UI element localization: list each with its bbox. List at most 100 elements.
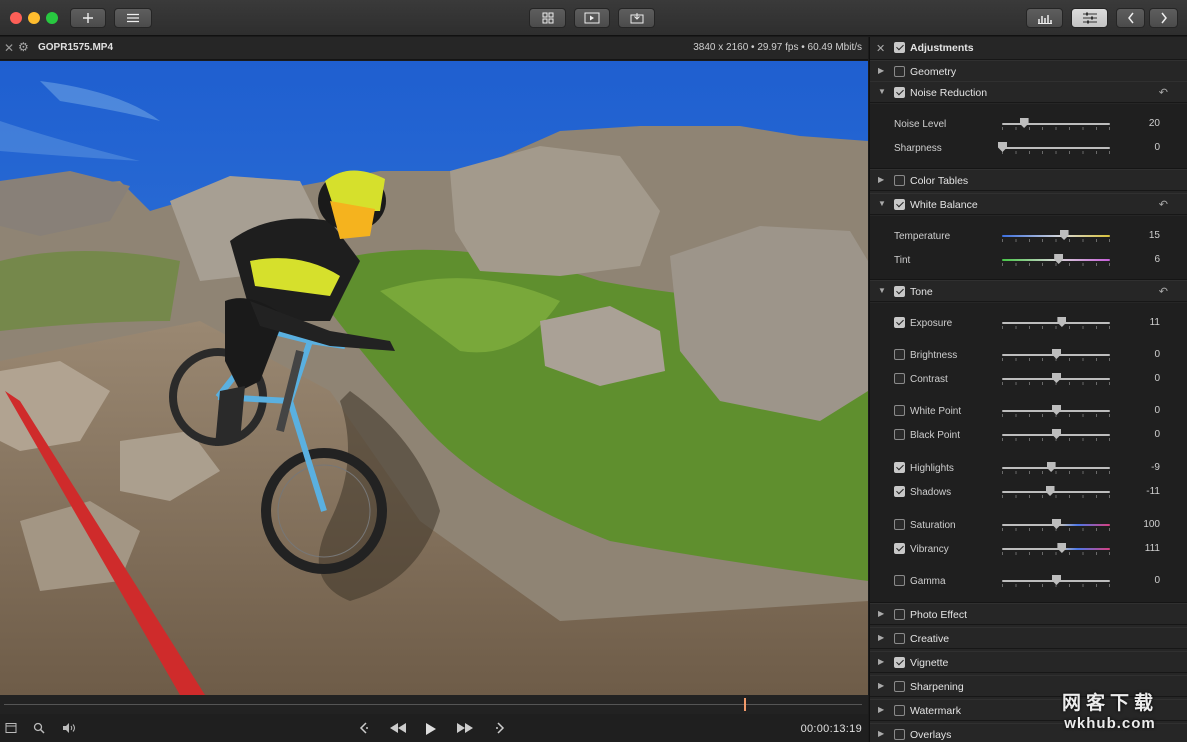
adjustments-button[interactable]	[1071, 8, 1108, 28]
brightness-slider[interactable]	[1002, 349, 1110, 361]
black-point-slider[interactable]	[1002, 429, 1110, 441]
gamma-checkbox[interactable]	[894, 575, 905, 589]
photo-effect-checkbox[interactable]	[894, 609, 905, 623]
adjustments-panel: ✕ Adjustments ▶ Geometry ▼ Noise Reduction ↶…	[869, 37, 1187, 742]
temperature-slider[interactable]	[1002, 230, 1110, 242]
disclosure-closed-icon[interactable]: ▶	[878, 729, 884, 738]
disclosure-closed-icon[interactable]: ▶	[878, 657, 884, 666]
adjustments-checkbox[interactable]	[894, 42, 905, 56]
play-icon[interactable]	[425, 722, 437, 738]
contrast-slider[interactable]	[1002, 373, 1110, 385]
disclosure-closed-icon[interactable]: ▶	[878, 609, 884, 618]
white-point-slider[interactable]	[1002, 405, 1110, 417]
section-photo-effect[interactable]: ▶ Photo Effect	[870, 603, 1187, 625]
black-point-checkbox[interactable]	[894, 429, 905, 443]
disclosure-closed-icon[interactable]: ▶	[878, 175, 884, 184]
disclosure-open-icon[interactable]: ▼	[878, 87, 886, 96]
close-file-icon[interactable]: ✕	[4, 42, 14, 54]
highlights-slider[interactable]	[1002, 462, 1110, 474]
sharpening-checkbox[interactable]	[894, 681, 905, 695]
vibrancy-checkbox[interactable]	[894, 543, 905, 557]
rewind-icon[interactable]	[389, 722, 407, 736]
disclosure-closed-icon[interactable]: ▶	[878, 633, 884, 642]
video-frame[interactable]	[0, 61, 868, 695]
section-creative[interactable]: ▶ Creative	[870, 627, 1187, 649]
next-marker-icon[interactable]	[495, 722, 505, 736]
saturation-slider[interactable]	[1002, 519, 1110, 531]
reset-icon[interactable]: ↶	[1159, 198, 1168, 211]
black-point-value: 0	[1154, 429, 1160, 440]
shadows-checkbox[interactable]	[894, 486, 905, 500]
histogram-button[interactable]	[1026, 8, 1063, 28]
export-button[interactable]	[618, 8, 655, 28]
creative-checkbox[interactable]	[894, 633, 905, 647]
add-button[interactable]	[70, 8, 106, 28]
exposure-slider[interactable]	[1002, 317, 1110, 329]
checkbox-icon	[894, 575, 905, 586]
gamma-slider[interactable]	[1002, 575, 1110, 587]
vibrancy-slider[interactable]	[1002, 543, 1110, 555]
control-highlights: Highlights -9	[870, 458, 1187, 478]
tone-checkbox[interactable]	[894, 286, 905, 300]
overlays-checkbox[interactable]	[894, 729, 905, 742]
close-panel-icon[interactable]: ✕	[876, 42, 885, 55]
geometry-checkbox[interactable]	[894, 66, 905, 80]
transport-bar: 00:00:13:19	[0, 714, 868, 742]
scrub-track[interactable]	[4, 704, 862, 705]
exposure-label: Exposure	[910, 318, 953, 329]
disclosure-open-icon[interactable]: ▼	[878, 199, 886, 208]
disclosure-open-icon[interactable]: ▼	[878, 286, 886, 295]
gear-icon[interactable]: ⚙	[18, 41, 29, 54]
noise-level-value: 20	[1148, 118, 1160, 129]
back-button[interactable]	[1116, 8, 1145, 28]
playhead[interactable]	[743, 698, 746, 711]
color-tables-checkbox[interactable]	[894, 175, 905, 189]
disclosure-closed-icon[interactable]: ▶	[878, 705, 884, 714]
slider-ticks	[1002, 263, 1110, 266]
white-point-checkbox[interactable]	[894, 405, 905, 419]
section-color-tables[interactable]: ▶ Color Tables	[870, 169, 1187, 191]
forward-button[interactable]	[1149, 8, 1178, 28]
close-window-button[interactable]	[10, 12, 22, 24]
section-tone[interactable]: ▼ Tone ↶	[870, 280, 1187, 302]
section-vignette[interactable]: ▶ Vignette	[870, 651, 1187, 673]
menu-button[interactable]	[114, 8, 152, 28]
contrast-checkbox[interactable]	[894, 373, 905, 387]
highlights-value: -9	[1151, 462, 1160, 473]
fast-forward-icon[interactable]	[456, 722, 474, 736]
checkbox-icon	[894, 405, 905, 416]
watermark-checkbox[interactable]	[894, 705, 905, 719]
brightness-checkbox[interactable]	[894, 349, 905, 363]
section-geometry[interactable]: ▶ Geometry	[870, 60, 1187, 82]
sharpness-slider[interactable]	[998, 142, 1110, 154]
disclosure-closed-icon[interactable]: ▶	[878, 681, 884, 690]
noise-level-slider[interactable]	[1002, 118, 1110, 130]
grid-view-button[interactable]	[529, 8, 566, 28]
highlights-checkbox[interactable]	[894, 462, 905, 476]
zoom-window-button[interactable]	[46, 12, 58, 24]
reset-icon[interactable]: ↶	[1159, 285, 1168, 298]
shadows-slider[interactable]	[1002, 486, 1110, 498]
minimize-window-button[interactable]	[28, 12, 40, 24]
exposure-checkbox[interactable]	[894, 317, 905, 331]
saturation-checkbox[interactable]	[894, 519, 905, 533]
section-noise-reduction[interactable]: ▼ Noise Reduction ↶	[870, 81, 1187, 103]
vignette-checkbox[interactable]	[894, 657, 905, 671]
volume-icon[interactable]	[62, 722, 76, 736]
play-view-button[interactable]	[574, 8, 610, 28]
section-white-balance[interactable]: ▼ White Balance ↶	[870, 193, 1187, 215]
tint-slider[interactable]	[1002, 254, 1110, 266]
saturation-value: 100	[1143, 519, 1160, 530]
temperature-value: 15	[1148, 230, 1160, 241]
brightness-value: 0	[1154, 349, 1160, 360]
white-balance-checkbox[interactable]	[894, 199, 905, 213]
sidebar-icon[interactable]	[5, 722, 17, 736]
zoom-icon[interactable]	[33, 722, 45, 736]
histogram-icon	[1037, 15, 1052, 24]
highlights-label: Highlights	[910, 463, 954, 474]
disclosure-closed-icon[interactable]: ▶	[878, 66, 884, 75]
reset-icon[interactable]: ↶	[1159, 86, 1168, 99]
noise-reduction-checkbox[interactable]	[894, 87, 905, 101]
prev-marker-icon[interactable]	[359, 722, 369, 736]
scrub-bar[interactable]	[0, 695, 868, 714]
